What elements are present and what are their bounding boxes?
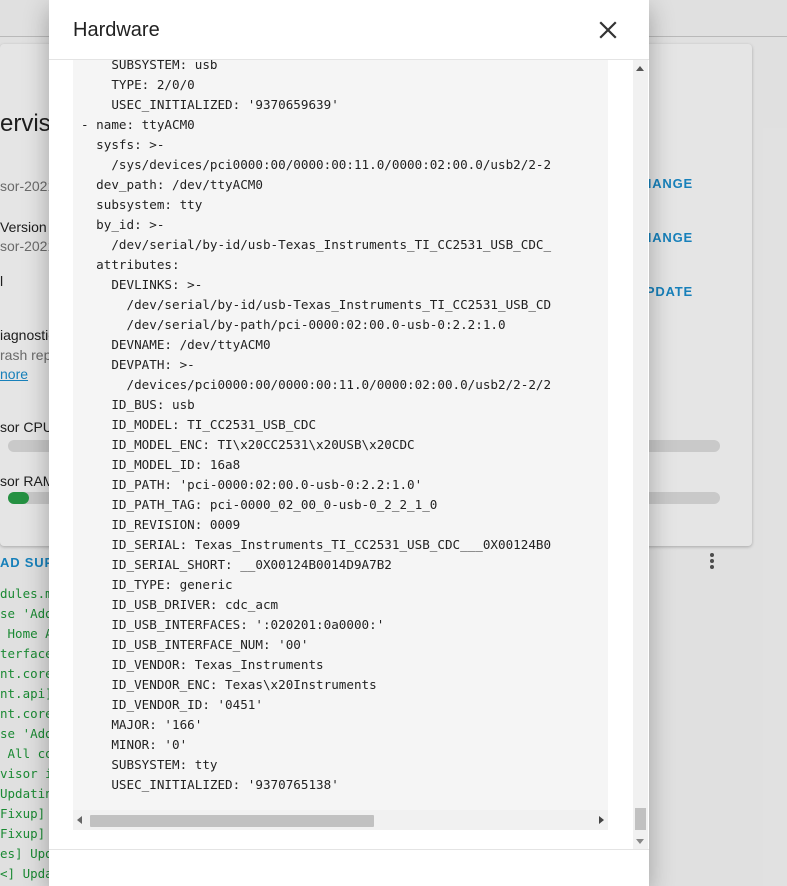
code-line: /dev/serial/by-path/pci-0000:02:00.0-usb… — [81, 317, 506, 332]
code-line: ID_USB_DRIVER: cdc_acm — [81, 597, 279, 612]
code-line: ID_MODEL_ENC: TI\x20CC2531\x20USB\x20CDC — [81, 437, 415, 452]
code-line: ID_REVISION: 0009 — [81, 517, 241, 532]
code-line: TYPE: 2/0/0 — [81, 77, 195, 92]
code-line: DEVPATH: >- — [81, 357, 195, 372]
code-line: SUBSYSTEM: usb — [81, 60, 218, 72]
code-line: ID_USB_INTERFACE_NUM: '00' — [81, 637, 309, 652]
code-line: ID_VENDOR_ENC: Texas\x20Instruments — [81, 677, 377, 692]
hardware-yaml-view[interactable]: SUBSYSTEM: usb TYPE: 2/0/0 USEC_INITIALI… — [73, 60, 608, 810]
code-line: MAJOR: '166' — [81, 717, 203, 732]
code-line: ID_MODEL: TI_CC2531_USB_CDC — [81, 417, 317, 432]
code-line: - name: ttyACM0 — [81, 117, 195, 132]
code-line: ID_PATH_TAG: pci-0000_02_00_0-usb-0_2_2_… — [81, 497, 438, 512]
code-line: dev_path: /dev/ttyACM0 — [81, 177, 263, 192]
code-line: USEC_INITIALIZED: '9370765138' — [81, 777, 339, 792]
code-line: sysfs: >- — [81, 137, 165, 152]
hardware-yaml-text: SUBSYSTEM: usb TYPE: 2/0/0 USEC_INITIALI… — [81, 60, 551, 795]
code-line: subsystem: tty — [81, 197, 203, 212]
code-line: ID_VENDOR_ID: '0451' — [81, 697, 263, 712]
code-line: SUBSYSTEM: tty — [81, 757, 218, 772]
vertical-scrollbar[interactable] — [633, 60, 648, 849]
code-line: /dev/serial/by-id/usb-Texas_Instruments_… — [81, 237, 552, 252]
code-line: DEVNAME: /dev/ttyACM0 — [81, 337, 271, 352]
code-line: ID_BUS: usb — [81, 397, 195, 412]
code-line: /sys/devices/pci0000:00/0000:00:11.0/000… — [81, 157, 552, 172]
scroll-down-arrow-icon[interactable] — [636, 839, 644, 844]
vertical-scroll-thumb[interactable] — [635, 808, 646, 830]
code-line: ID_TYPE: generic — [81, 577, 233, 592]
code-line: ID_MODEL_ID: 16a8 — [81, 457, 241, 472]
scroll-up-arrow-icon[interactable] — [636, 66, 644, 71]
close-icon — [599, 21, 617, 39]
code-line: by_id: >- — [81, 217, 165, 232]
close-button[interactable] — [595, 17, 621, 43]
code-line: attributes: — [81, 257, 180, 272]
code-line: ID_VENDOR: Texas_Instruments — [81, 657, 324, 672]
code-line: DEVLINKS: >- — [81, 277, 203, 292]
scroll-left-arrow-icon[interactable] — [77, 816, 82, 824]
code-line: /dev/serial/by-id/usb-Texas_Instruments_… — [81, 297, 552, 312]
code-line: USEC_INITIALIZED: '9370659639' — [81, 97, 339, 112]
code-line: ID_SERIAL_SHORT: __0X00124B0014D9A7B2 — [81, 557, 392, 572]
horizontal-scrollbar[interactable] — [73, 810, 608, 830]
code-line: ID_USB_INTERFACES: ':020201:0a0000:' — [81, 617, 385, 632]
dialog-title: Hardware — [73, 19, 160, 41]
hardware-dialog: Hardware SUBSYSTEM: usb TYPE: 2/0/0 USEC… — [49, 0, 649, 886]
dialog-footer-divider — [49, 849, 649, 850]
code-line: /devices/pci0000:00/0000:00:11.0/0000:02… — [81, 377, 552, 392]
code-line: ID_PATH: 'pci-0000:02:00.0-usb-0:2.2:1.0… — [81, 477, 423, 492]
scroll-right-arrow-icon[interactable] — [599, 816, 604, 824]
code-line: MINOR: '0' — [81, 737, 188, 752]
dialog-header: Hardware — [49, 0, 649, 60]
code-line: ID_SERIAL: Texas_Instruments_TI_CC2531_U… — [81, 537, 552, 552]
horizontal-scroll-thumb[interactable] — [90, 815, 374, 827]
